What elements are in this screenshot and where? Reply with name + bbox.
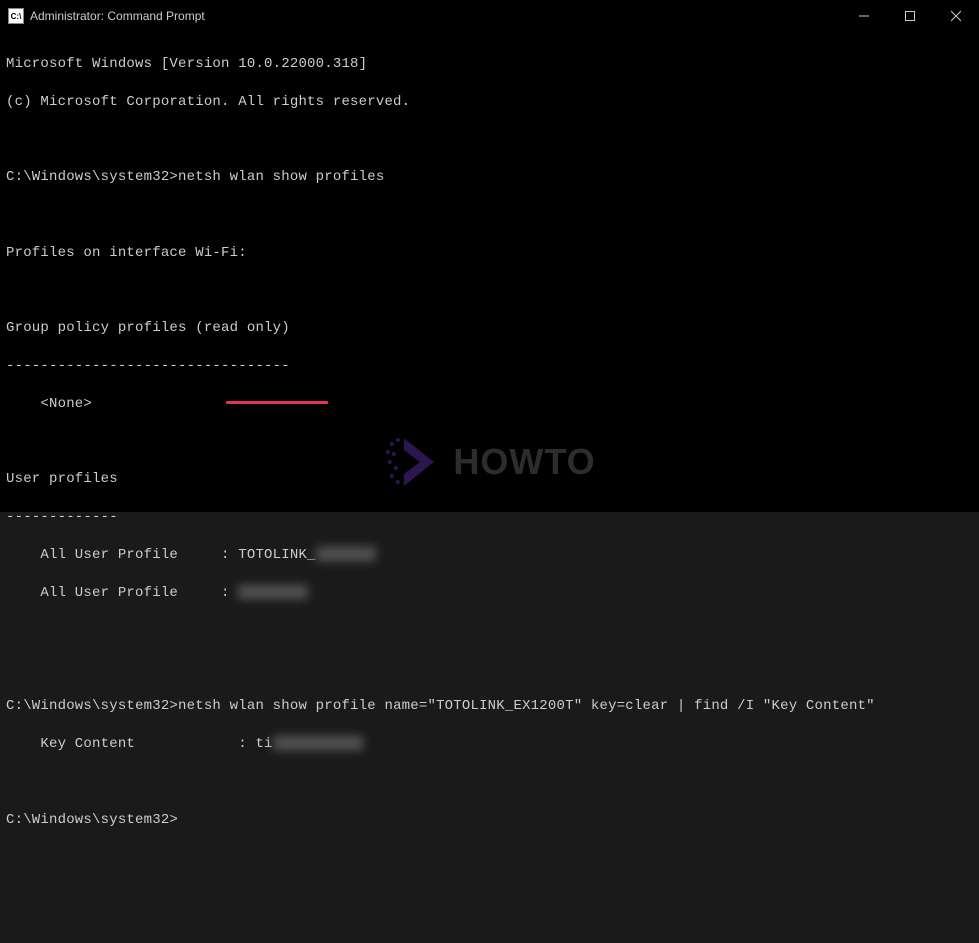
command-text: netsh wlan show profile name="TOTOLINK_E… bbox=[178, 698, 875, 714]
cmd-icon-label: C:\ bbox=[11, 12, 22, 21]
maximize-button[interactable] bbox=[887, 0, 933, 32]
output-line: ------------- bbox=[6, 508, 973, 527]
output-line: Key Content : ti bbox=[6, 735, 973, 754]
blank-line bbox=[6, 659, 973, 678]
prompt-path: C:\Windows\system32> bbox=[6, 812, 178, 828]
close-icon bbox=[951, 11, 961, 21]
maximize-icon bbox=[905, 11, 915, 21]
output-line: Group policy profiles (read only) bbox=[6, 319, 973, 338]
prompt-path: C:\Windows\system32> bbox=[6, 698, 178, 714]
output-line: --------------------------------- bbox=[6, 357, 973, 376]
profile-label: All User Profile : bbox=[6, 585, 238, 601]
redacted-text bbox=[316, 547, 376, 561]
window-title: Administrator: Command Prompt bbox=[30, 9, 205, 23]
prompt-path: C:\Windows\system32> bbox=[6, 169, 178, 185]
blank-line bbox=[6, 773, 973, 792]
redacted-text bbox=[238, 585, 308, 599]
prompt-line: C:\Windows\system32>netsh wlan show prof… bbox=[6, 697, 973, 716]
blank-line bbox=[6, 206, 973, 225]
minimize-button[interactable] bbox=[841, 0, 887, 32]
output-line: <None> bbox=[6, 395, 973, 414]
annotation-underline bbox=[226, 401, 328, 404]
blank-line bbox=[6, 622, 973, 641]
profile-label: All User Profile : TOTOLINK_ bbox=[6, 547, 316, 563]
output-line: User profiles bbox=[6, 470, 973, 489]
blank-line bbox=[6, 130, 973, 149]
output-line: (c) Microsoft Corporation. All rights re… bbox=[6, 93, 973, 112]
output-line: All User Profile : TOTOLINK_ bbox=[6, 546, 973, 565]
output-line: Microsoft Windows [Version 10.0.22000.31… bbox=[6, 55, 973, 74]
prompt-line: C:\Windows\system32> bbox=[6, 811, 973, 830]
blank-line bbox=[6, 282, 973, 301]
close-button[interactable] bbox=[933, 0, 979, 32]
titlebar: C:\ Administrator: Command Prompt bbox=[0, 0, 979, 32]
minimize-icon bbox=[859, 11, 869, 21]
blank-line bbox=[6, 433, 973, 452]
output-line: Profiles on interface Wi-Fi: bbox=[6, 244, 973, 263]
redacted-text bbox=[273, 736, 363, 750]
terminal-body[interactable]: Microsoft Windows [Version 10.0.22000.31… bbox=[0, 32, 979, 512]
key-content-label: Key Content : ti bbox=[6, 736, 273, 752]
output-line: All User Profile : bbox=[6, 584, 973, 603]
command-text: netsh wlan show profiles bbox=[178, 169, 384, 185]
prompt-line: C:\Windows\system32>netsh wlan show prof… bbox=[6, 168, 973, 187]
cmd-icon: C:\ bbox=[8, 8, 24, 24]
